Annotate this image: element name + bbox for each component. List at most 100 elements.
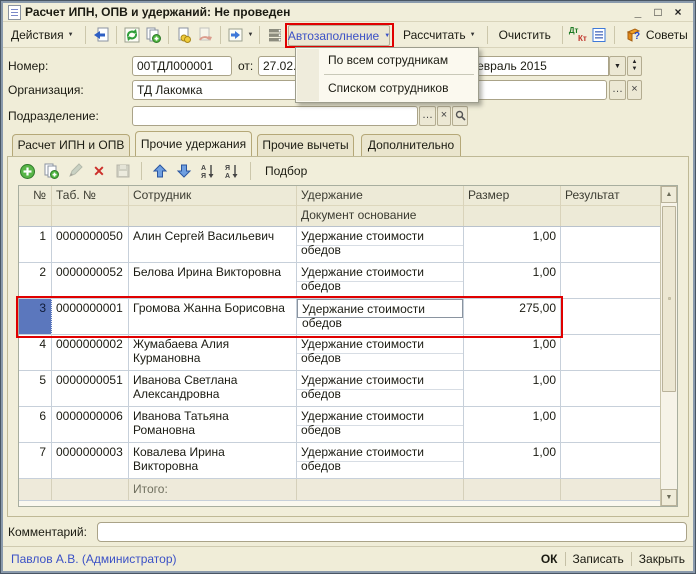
organization-select-button[interactable]: … (609, 80, 626, 100)
employee-cell[interactable]: Алин Сергей Васильевич (129, 227, 297, 262)
result-cell[interactable] (561, 407, 661, 442)
deduction-value[interactable]: Удержание стоимости обедов (297, 335, 463, 354)
col-header-deduction[interactable]: Удержание Документ основание (297, 186, 464, 226)
period-field[interactable]: Февраль 2015 (463, 56, 609, 76)
list-structure-icon[interactable] (266, 26, 284, 44)
row-number-cell[interactable]: 7 (19, 443, 52, 478)
move-down-icon[interactable] (175, 162, 193, 180)
employee-cell[interactable]: Иванова Татьяна Романовна (129, 407, 297, 442)
write-button[interactable]: Записать (573, 552, 624, 566)
deduction-value[interactable]: Удержание стоимости обедов (297, 407, 463, 426)
menu-item-employee-list[interactable]: Списком сотрудников (296, 76, 478, 101)
result-cell[interactable] (561, 371, 661, 406)
table-row[interactable]: 10000000050Алин Сергей ВасильевичУдержан… (19, 227, 661, 263)
result-cell[interactable] (561, 443, 661, 478)
tab-number-cell[interactable]: 0000000052 (52, 263, 129, 298)
tab-prochie-vychety[interactable]: Прочие вычеты (257, 134, 354, 156)
deduction-cell[interactable]: Удержание стоимости обедов (297, 227, 464, 262)
table-row[interactable]: 50000000051Иванова Светлана Александровн… (19, 371, 661, 407)
row-number-cell[interactable]: 3 (19, 299, 52, 334)
clear-button[interactable]: Очистить (494, 26, 556, 44)
period-spinner[interactable]: ▲▼ (627, 56, 642, 76)
result-cell[interactable] (561, 335, 661, 370)
result-cell[interactable] (561, 299, 661, 334)
number-field[interactable]: 00ТДЛ000001 (132, 56, 232, 76)
minimize-button[interactable]: _ (631, 5, 645, 19)
col-header-result[interactable]: Результат (561, 186, 661, 226)
row-number-cell[interactable]: 6 (19, 407, 52, 442)
tab-dopolnitelno[interactable]: Дополнительно (361, 134, 461, 156)
scroll-down-icon[interactable]: ▼ (661, 489, 677, 506)
refresh-icon[interactable] (123, 26, 141, 44)
deduction-cell[interactable]: Удержание стоимости обедов (297, 371, 464, 406)
copy-add-icon[interactable] (144, 26, 162, 44)
move-up-icon[interactable] (151, 162, 169, 180)
reread-document-icon[interactable] (92, 26, 110, 44)
size-cell[interactable]: 1,00 (464, 335, 561, 370)
deduction-value[interactable]: Удержание стоимости обедов (297, 371, 463, 390)
chevron-down-icon[interactable]: ▼ (248, 32, 254, 38)
deduction-cell[interactable]: Удержание стоимости обедов (297, 299, 464, 334)
ok-button[interactable]: ОК (541, 552, 558, 566)
size-cell[interactable]: 1,00 (464, 227, 561, 262)
table-row[interactable]: 20000000052Белова Ирина ВикторовнаУдержа… (19, 263, 661, 299)
tab-number-cell[interactable]: 0000000003 (52, 443, 129, 478)
size-cell[interactable]: 1,00 (464, 263, 561, 298)
actions-button[interactable]: Действия ▼ (6, 26, 79, 44)
deduction-cell[interactable]: Удержание стоимости обедов (297, 263, 464, 298)
vertical-scrollbar[interactable]: ▲ ▼ (660, 186, 677, 506)
size-cell[interactable]: 275,00 (464, 299, 561, 334)
tab-number-cell[interactable]: 0000000001 (52, 299, 129, 334)
col-header-size[interactable]: Размер (464, 186, 561, 226)
deduction-cell[interactable]: Удержание стоимости обедов (297, 407, 464, 442)
size-cell[interactable]: 1,00 (464, 371, 561, 406)
table-row[interactable]: 70000000003Ковалева Ирина ВикторовнаУдер… (19, 443, 661, 479)
tab-raschet-ipn-opv[interactable]: Расчет ИПН и ОПВ (12, 134, 130, 156)
deduction-value[interactable]: Удержание стоимости обедов (297, 443, 463, 462)
post-document-icon[interactable] (175, 26, 193, 44)
maximize-button[interactable]: □ (651, 5, 665, 19)
deduction-value[interactable]: Удержание стоимости обедов (297, 227, 463, 246)
department-clear-button[interactable]: × (437, 106, 451, 126)
employee-cell[interactable]: Громова Жанна Борисовна (129, 299, 297, 334)
tab-number-cell[interactable]: 0000000051 (52, 371, 129, 406)
calculate-button[interactable]: Рассчитать ▼ (398, 26, 481, 44)
result-cell[interactable] (561, 263, 661, 298)
copy-row-icon[interactable] (42, 162, 60, 180)
sort-desc-icon[interactable]: ЯА (223, 162, 241, 180)
employee-cell[interactable]: Иванова Светлана Александровна (129, 371, 297, 406)
tab-number-cell[interactable]: 0000000050 (52, 227, 129, 262)
row-number-cell[interactable]: 5 (19, 371, 52, 406)
tips-button[interactable]: ? Советы (621, 24, 693, 46)
deduction-cell[interactable]: Удержание стоимости обедов (297, 443, 464, 478)
organization-clear-button[interactable]: × (627, 80, 642, 100)
row-number-cell[interactable]: 4 (19, 335, 52, 370)
tab-prochie-uderzhaniya[interactable]: Прочие удержания (135, 131, 252, 156)
employee-cell[interactable]: Белова Ирина Викторовна (129, 263, 297, 298)
table-row[interactable]: 30000000001Громова Жанна БорисовнаУдержа… (19, 299, 661, 335)
employee-cell[interactable]: Ковалева Ирина Викторовна (129, 443, 297, 478)
employee-cell[interactable]: Жумабаева Алия Курмановна (129, 335, 297, 370)
close-document-button[interactable]: Закрыть (639, 552, 685, 566)
deduction-value[interactable]: Удержание стоимости обедов (297, 263, 463, 282)
add-row-icon[interactable] (18, 162, 36, 180)
row-number-cell[interactable]: 2 (19, 263, 52, 298)
col-header-employee[interactable]: Сотрудник (129, 186, 297, 226)
document-movements-icon[interactable] (590, 26, 608, 44)
period-dropdown-button[interactable]: ▼ (609, 56, 626, 76)
result-cell[interactable] (561, 227, 661, 262)
tab-number-cell[interactable]: 0000000006 (52, 407, 129, 442)
menu-item-all-employees[interactable]: По всем сотрудникам (296, 48, 478, 73)
department-search-button[interactable] (452, 106, 468, 126)
deduction-cell[interactable]: Удержание стоимости обедов (297, 335, 464, 370)
department-select-button[interactable]: … (419, 106, 436, 126)
col-header-num[interactable]: № (19, 186, 52, 226)
pick-button[interactable]: Подбор (260, 162, 312, 180)
table-row[interactable]: 40000000002Жумабаева Алия КурмановнаУдер… (19, 335, 661, 371)
size-cell[interactable]: 1,00 (464, 443, 561, 478)
deduction-value[interactable]: Удержание стоимости обедов (297, 299, 463, 318)
goto-icon[interactable] (227, 26, 245, 44)
close-button[interactable]: × (671, 5, 685, 19)
col-header-tab-num[interactable]: Таб. № (52, 186, 129, 226)
scroll-up-icon[interactable]: ▲ (661, 186, 677, 203)
